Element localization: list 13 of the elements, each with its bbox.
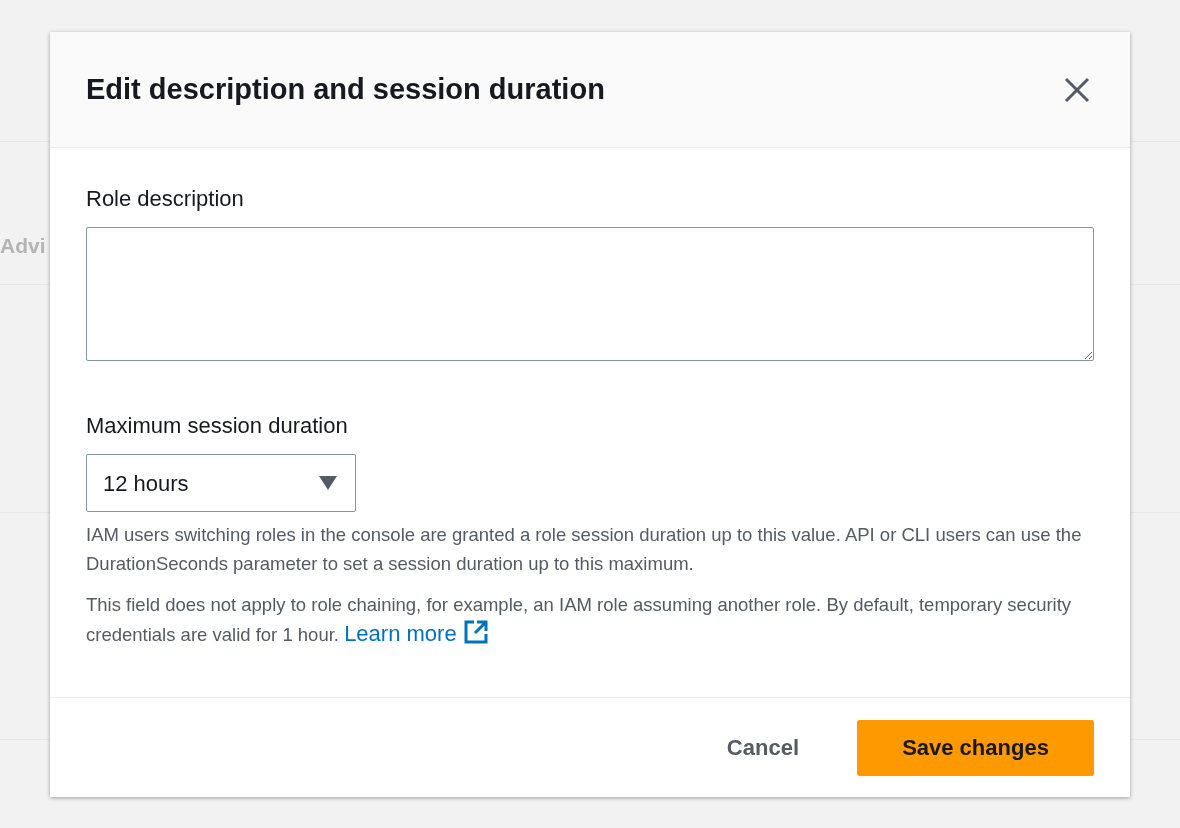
help-text: This field does not apply to role chaining, for example, an IAM role assuming another role. By default, temporary security credentials are valid for 1 hour. Learn more xyxy=(86,593,1073,648)
field-label: Role description xyxy=(86,185,244,213)
description-field[interactable] xyxy=(86,227,1094,361)
background-text: Advi xyxy=(0,233,46,259)
caret-icon xyxy=(319,476,337,490)
learn-more-link[interactable]: Learn more xyxy=(344,621,489,646)
help-text: IAM users switching roles in the console are granted a role session duration up to this value. API or CLI users can use the DurationSeconds parameter to set a session duration up to this maximum. xyxy=(86,523,1083,576)
field-label: Maximum session duration xyxy=(86,412,348,440)
cancel-button[interactable]: Cancel xyxy=(720,730,805,765)
dialog-title: Edit description and session duration xyxy=(86,72,605,107)
save-button[interactable]: Save changes xyxy=(857,719,1094,776)
duration-select[interactable]: 12 hours xyxy=(86,454,356,512)
external-link-icon xyxy=(462,619,489,645)
